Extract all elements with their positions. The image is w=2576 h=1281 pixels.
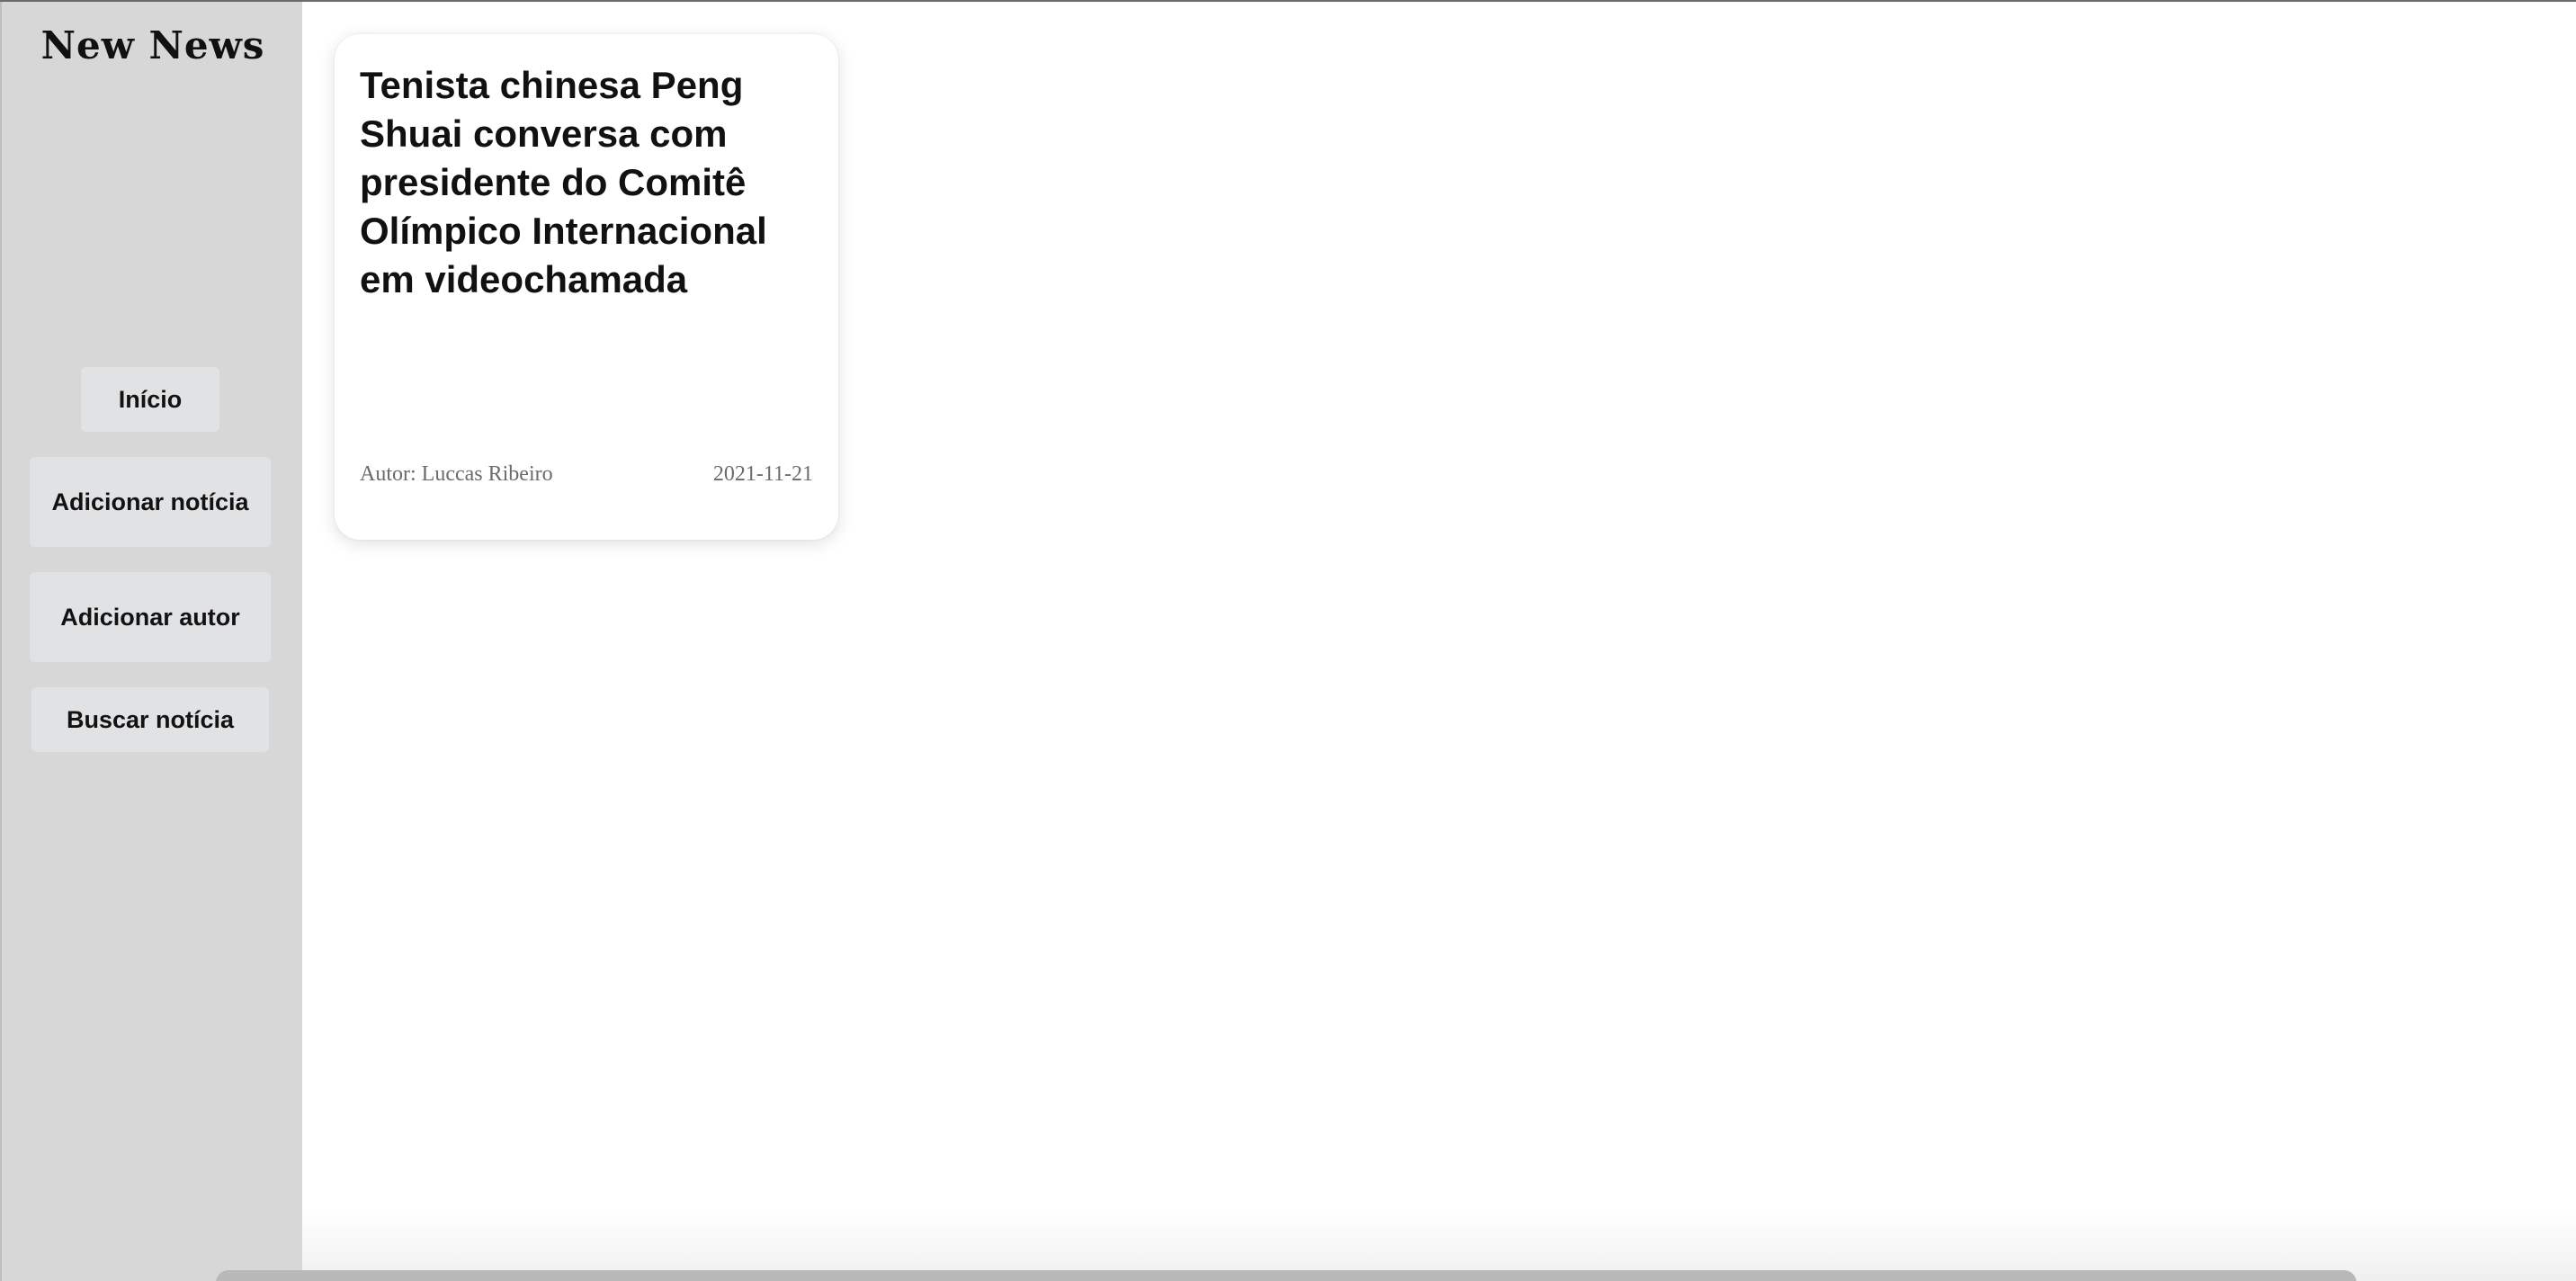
nav-button-label: Adicionar autor [60,604,240,631]
nav-button-add-news[interactable]: Adicionar notícia [30,457,271,547]
nav-button-search-news[interactable]: Buscar notícia [31,687,269,752]
site-logo[interactable]: New News [2,23,304,67]
news-card[interactable]: Tenista chinesa Peng Shuai conversa com … [335,34,838,540]
news-date: 2021-11-21 [712,462,813,486]
nav-button-inicio[interactable]: Início [81,367,219,432]
nav-button-add-author[interactable]: Adicionar autor [30,572,271,662]
news-author: Autor: Luccas Ribeiro [360,462,553,486]
nav-button-label: Início [118,386,183,413]
news-feed: Tenista chinesa Peng Shuai conversa com … [302,2,2576,1281]
app-window: New News Início Adicionar notícia Adicio… [0,0,2576,1281]
sidebar: New News Início Adicionar notícia Adicio… [0,2,302,1281]
nav-button-label: Buscar notícia [66,706,235,733]
bottom-scroll-bar [216,1270,2357,1281]
news-title: Tenista chinesa Peng Shuai conversa com … [360,64,767,300]
nav-button-label: Adicionar notícia [51,488,249,515]
